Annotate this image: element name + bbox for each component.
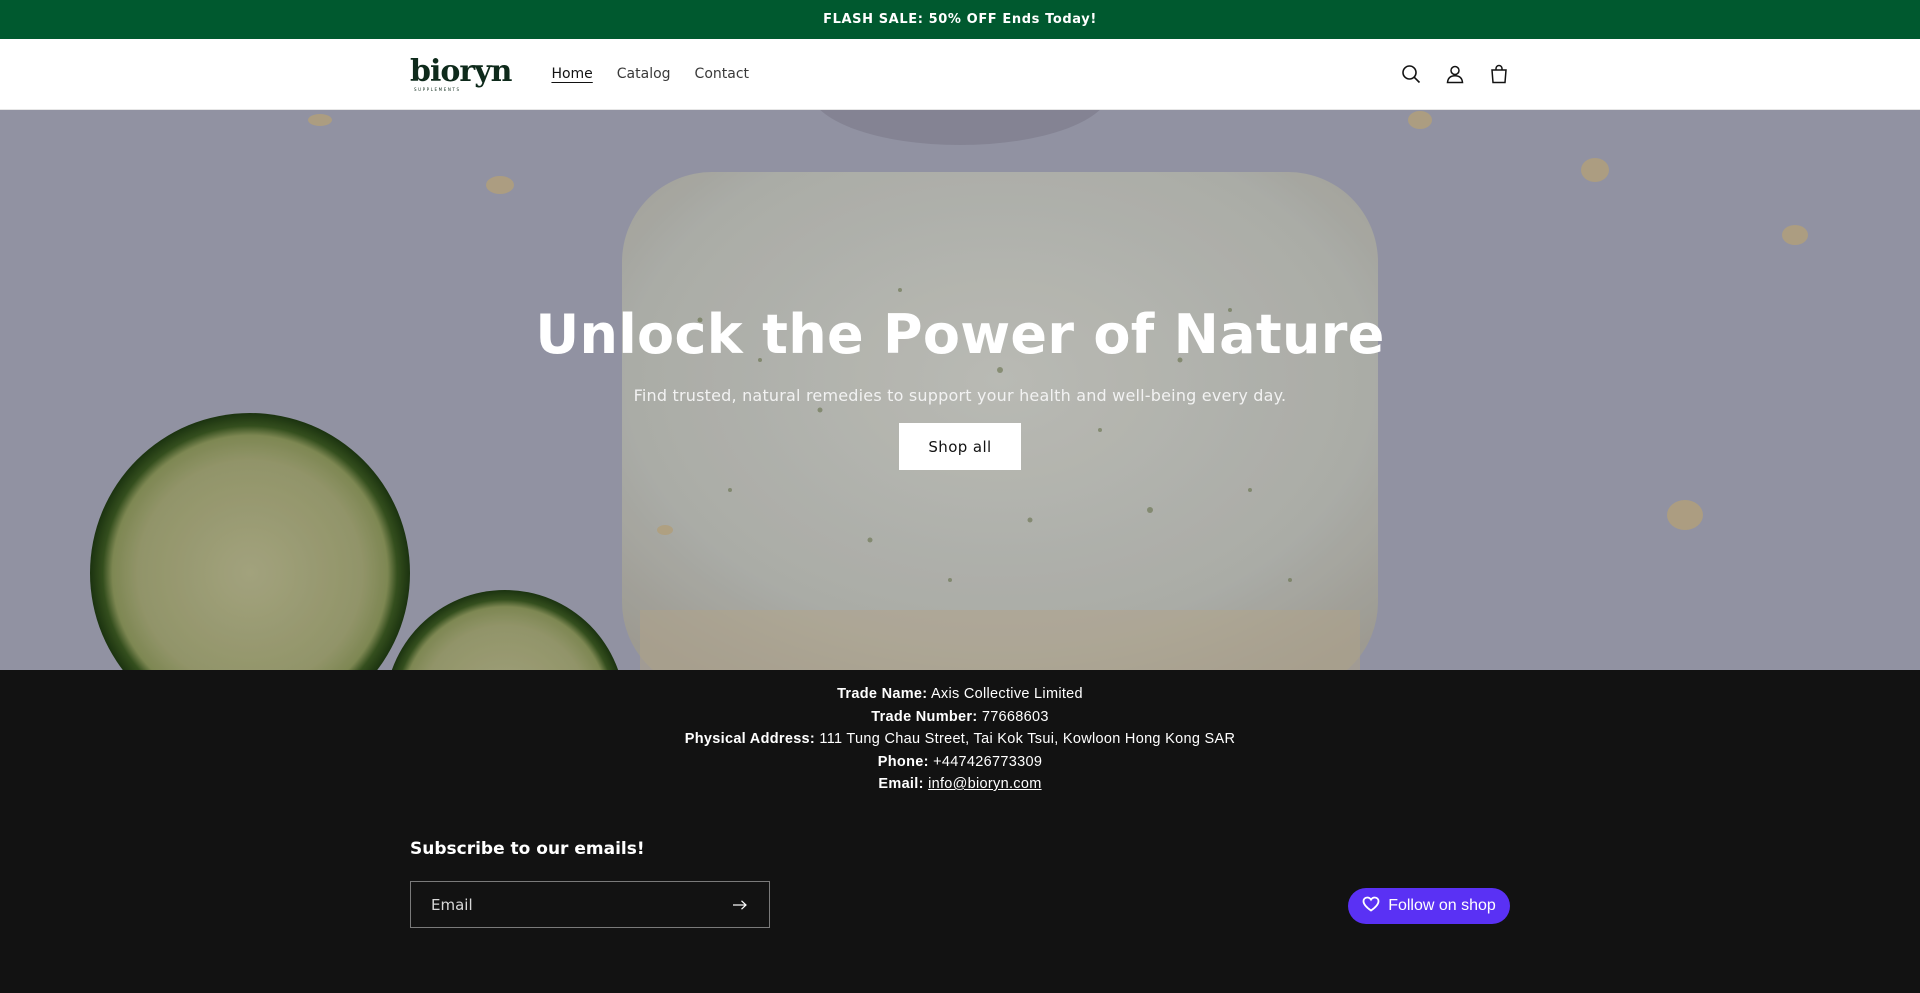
trade-name-line: Trade Name: Axis Collective Limited [0,683,1920,706]
trade-name-value: Axis Collective Limited [930,686,1083,702]
hero-subtitle: Find trusted, natural remedies to suppor… [633,386,1287,405]
heart-icon [1362,896,1380,917]
announcement-text: FLASH SALE: 50% OFF Ends Today! [823,12,1097,27]
trade-number-label: Trade Number: [871,708,978,725]
newsletter-email-input[interactable] [431,895,733,914]
logo[interactable]: bioryn SUPPLEMENTS [410,53,512,92]
newsletter-form [410,881,770,928]
address-label: Physical Address: [684,731,816,747]
phone-label: Phone: [877,753,929,770]
email-line: Email: info@bioryn.com [0,773,1920,796]
phone-value: +447426773309 [933,753,1043,770]
hero-title: Unlock the Power of Nature [535,303,1385,366]
logo-word: bioryn [410,53,512,89]
email-label: Email: [878,776,924,792]
nav-home[interactable]: Home [551,66,592,82]
site-footer: Trade Name: Axis Collective Limited Trad… [0,670,1920,993]
follow-on-shop-button[interactable]: Follow on shop [1348,888,1510,924]
address-value: 111 Tung Chau Street, Tai Kok Tsui, Kowl… [819,731,1236,747]
arrow-right-icon[interactable] [733,897,749,913]
phone-line: Phone: +447426773309 [0,751,1920,774]
trade-number-value: 77668603 [981,708,1049,725]
logo-subtitle: SUPPLEMENTS [414,86,461,92]
search-icon[interactable] [1400,63,1422,85]
trade-number-line: Trade Number: 77668603 [0,706,1920,729]
email-link[interactable]: info@bioryn.com [928,776,1042,792]
trade-name-label: Trade Name: [837,686,928,702]
announcement-bar: FLASH SALE: 50% OFF Ends Today! [0,0,1920,39]
hero-banner: Unlock the Power of Nature Find trusted,… [0,110,1920,670]
account-icon[interactable] [1444,63,1466,85]
subscribe-title: Subscribe to our emails! [410,839,645,859]
follow-on-shop-label: Follow on shop [1388,897,1496,914]
site-header: bioryn SUPPLEMENTS Home Catalog Contact [0,39,1920,110]
nav-catalog[interactable]: Catalog [617,66,671,82]
trade-info: Trade Name: Axis Collective Limited Trad… [0,670,1920,796]
cart-icon[interactable] [1488,63,1510,85]
address-line: Physical Address: 111 Tung Chau Street, … [0,728,1920,751]
shop-all-button[interactable]: Shop all [899,423,1021,470]
nav-contact[interactable]: Contact [695,66,749,82]
main-nav: Home Catalog Contact [551,66,749,82]
